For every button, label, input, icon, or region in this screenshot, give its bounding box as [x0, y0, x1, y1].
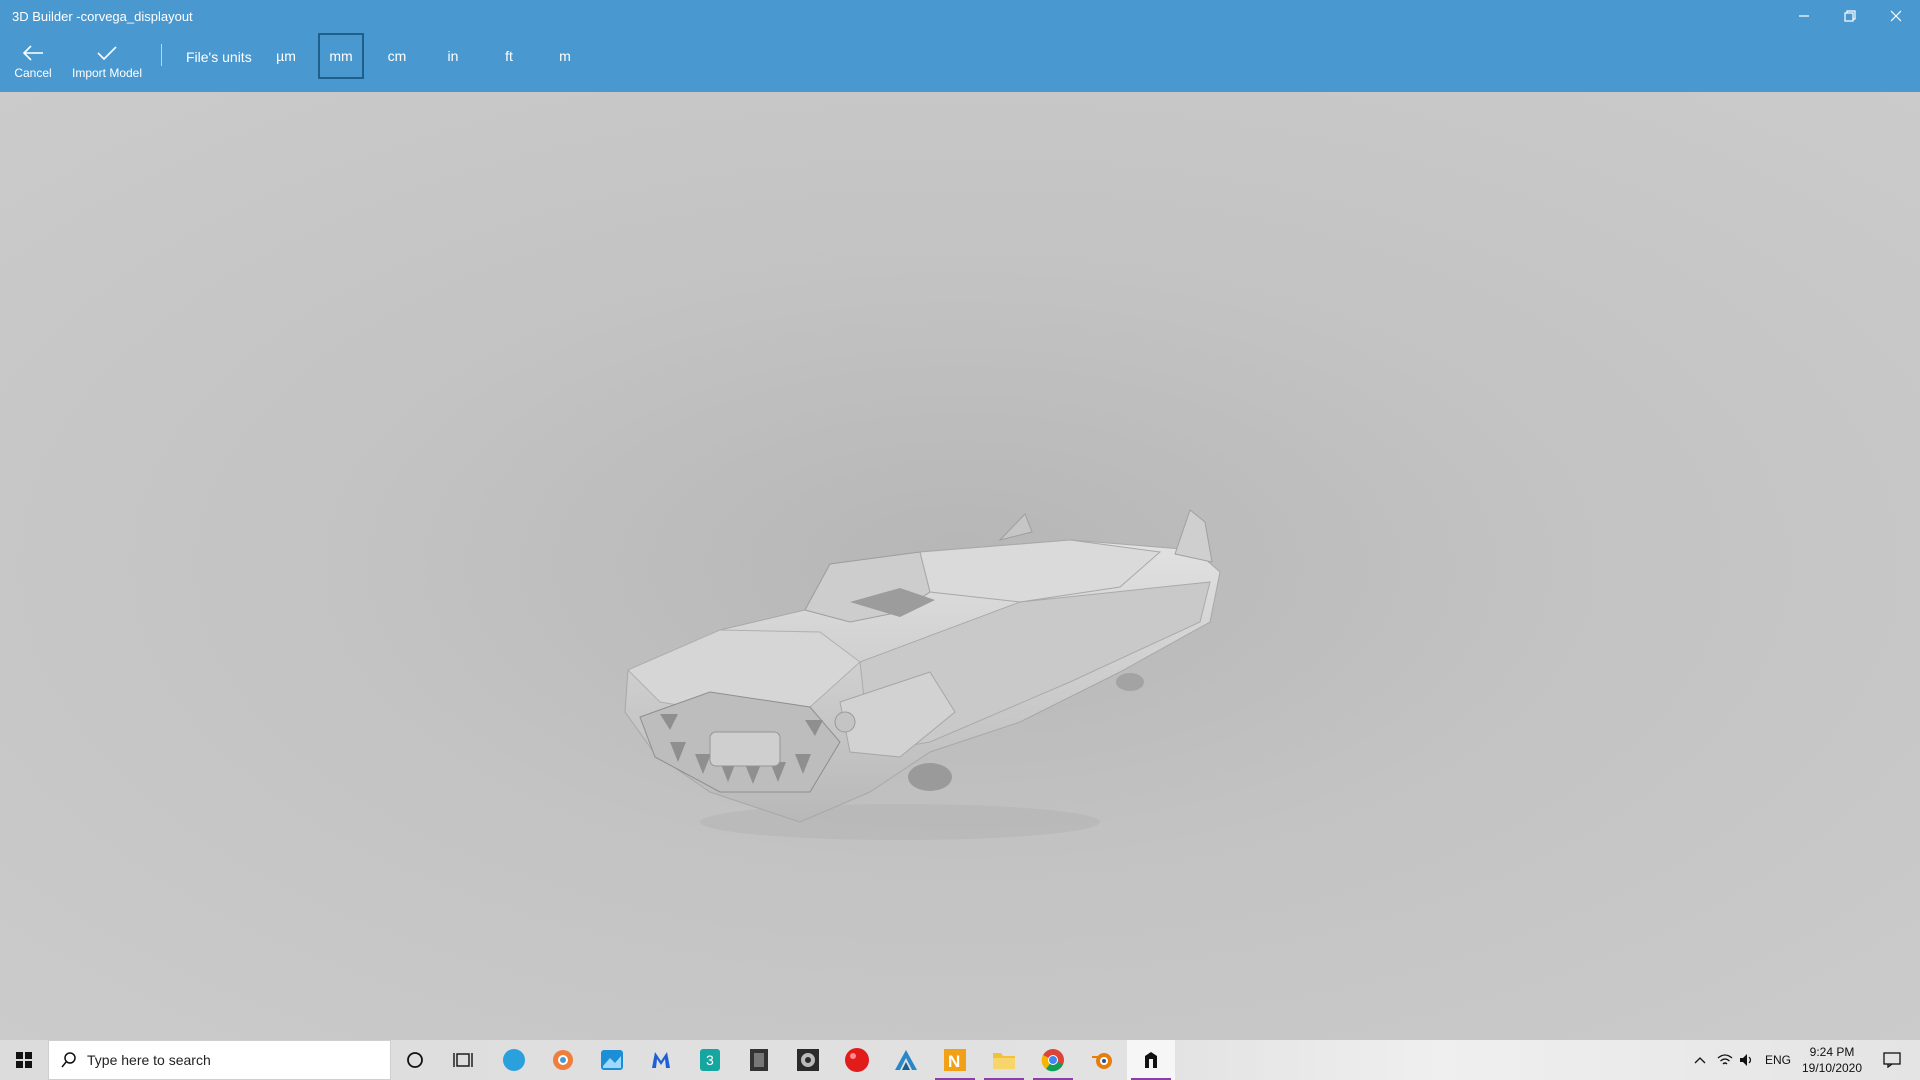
current-app-icon: [1145, 1052, 1157, 1068]
restore-button[interactable]: [1827, 0, 1873, 32]
n-app-icon: N: [944, 1049, 966, 1071]
cancel-label: Cancel: [14, 66, 52, 80]
taskbar-app-current[interactable]: [1127, 1040, 1175, 1080]
network-button[interactable]: [1714, 1040, 1736, 1080]
chevron-up-icon: [1694, 1057, 1706, 1064]
clock-time: 9:24 PM: [1809, 1045, 1855, 1059]
taskbar-app-blender[interactable]: [1078, 1040, 1126, 1080]
show-hidden-icons-button[interactable]: [1690, 1040, 1710, 1080]
camera-icon: [797, 1049, 819, 1071]
taskbar-app-vectorworks[interactable]: [882, 1040, 930, 1080]
toolbar-divider: [161, 44, 162, 66]
cancel-button[interactable]: Cancel: [12, 44, 54, 88]
unit-mm-button[interactable]: mm: [318, 33, 364, 79]
taskbar: Type here to search 3 N ENG 9:24 PM 19/1…: [0, 1040, 1920, 1080]
game-icon: [750, 1049, 768, 1071]
unit-um-button[interactable]: µm: [263, 33, 309, 79]
unit-ft-button[interactable]: ft: [486, 33, 532, 79]
import-label: Import Model: [71, 66, 143, 80]
svg-text:N: N: [948, 1052, 960, 1071]
start-button[interactable]: [0, 1040, 48, 1080]
taskbar-app-game[interactable]: [735, 1040, 783, 1080]
action-center-button[interactable]: [1872, 1040, 1912, 1080]
unit-cm-button[interactable]: cm: [374, 33, 420, 79]
taskbar-app-chrome[interactable]: [1029, 1040, 1077, 1080]
car-model[interactable]: [600, 492, 1240, 872]
minimize-button[interactable]: [1781, 0, 1827, 32]
cortana-button[interactable]: [391, 1040, 439, 1080]
taskbar-app-n[interactable]: N: [931, 1040, 979, 1080]
windows-logo-icon: [16, 1052, 32, 1068]
search-placeholder: Type here to search: [87, 1052, 211, 1068]
title-toolbar: 3D Builder -corvega_displayout Cancel Im…: [0, 0, 1920, 92]
taskbar-app-photos[interactable]: [588, 1040, 636, 1080]
3d-viewport[interactable]: [0, 92, 1920, 1040]
checkmark-icon: [97, 46, 117, 61]
taskbar-app-file-explorer[interactable]: [980, 1040, 1028, 1080]
search-icon: [61, 1052, 76, 1068]
back-arrow-icon: [22, 45, 43, 61]
task-view-icon: [453, 1053, 473, 1067]
clock-date: 19/10/2020: [1801, 1061, 1863, 1075]
malwarebytes-icon: [652, 1052, 670, 1068]
unit-in-button[interactable]: in: [430, 33, 476, 79]
close-icon: [1890, 10, 1902, 22]
paint3d-icon: [553, 1050, 573, 1070]
vectorworks-icon: [895, 1050, 917, 1070]
chrome-icon: [1041, 1049, 1064, 1072]
file-explorer-icon: [993, 1053, 1015, 1069]
clock[interactable]: 9:24 PM 19/10/2020: [1800, 1044, 1864, 1076]
restore-icon: [1844, 10, 1856, 22]
taskbar-app-malwarebytes[interactable]: [637, 1040, 685, 1080]
3dbuilder-app-icon: 3: [700, 1049, 720, 1071]
import-model-button[interactable]: Import Model: [68, 44, 146, 88]
record-icon: [845, 1048, 869, 1072]
task-view-button[interactable]: [439, 1040, 487, 1080]
taskbar-app-paint3d[interactable]: [539, 1040, 587, 1080]
wifi-icon: [1717, 1054, 1733, 1065]
taskbar-app-edge[interactable]: [490, 1040, 538, 1080]
photos-icon: [601, 1050, 623, 1070]
units-label: File's units: [186, 49, 252, 65]
svg-text:3: 3: [706, 1052, 714, 1068]
close-button[interactable]: [1873, 0, 1919, 32]
taskbar-app-3dbuilder[interactable]: 3: [686, 1040, 734, 1080]
blender-icon: [1092, 1053, 1112, 1069]
speaker-icon: [1740, 1054, 1752, 1066]
taskbar-app-camera[interactable]: [784, 1040, 832, 1080]
minimize-icon: [1799, 15, 1809, 17]
taskbar-app-record[interactable]: [833, 1040, 881, 1080]
volume-button[interactable]: [1736, 1040, 1758, 1080]
notification-icon: [1883, 1052, 1901, 1068]
edge-icon: [503, 1049, 525, 1071]
language-indicator[interactable]: ENG: [1760, 1040, 1796, 1080]
search-box[interactable]: Type here to search: [48, 1040, 391, 1080]
unit-m-button[interactable]: m: [542, 33, 588, 79]
cortana-icon: [407, 1052, 423, 1068]
window-title: 3D Builder -corvega_displayout: [12, 9, 193, 24]
